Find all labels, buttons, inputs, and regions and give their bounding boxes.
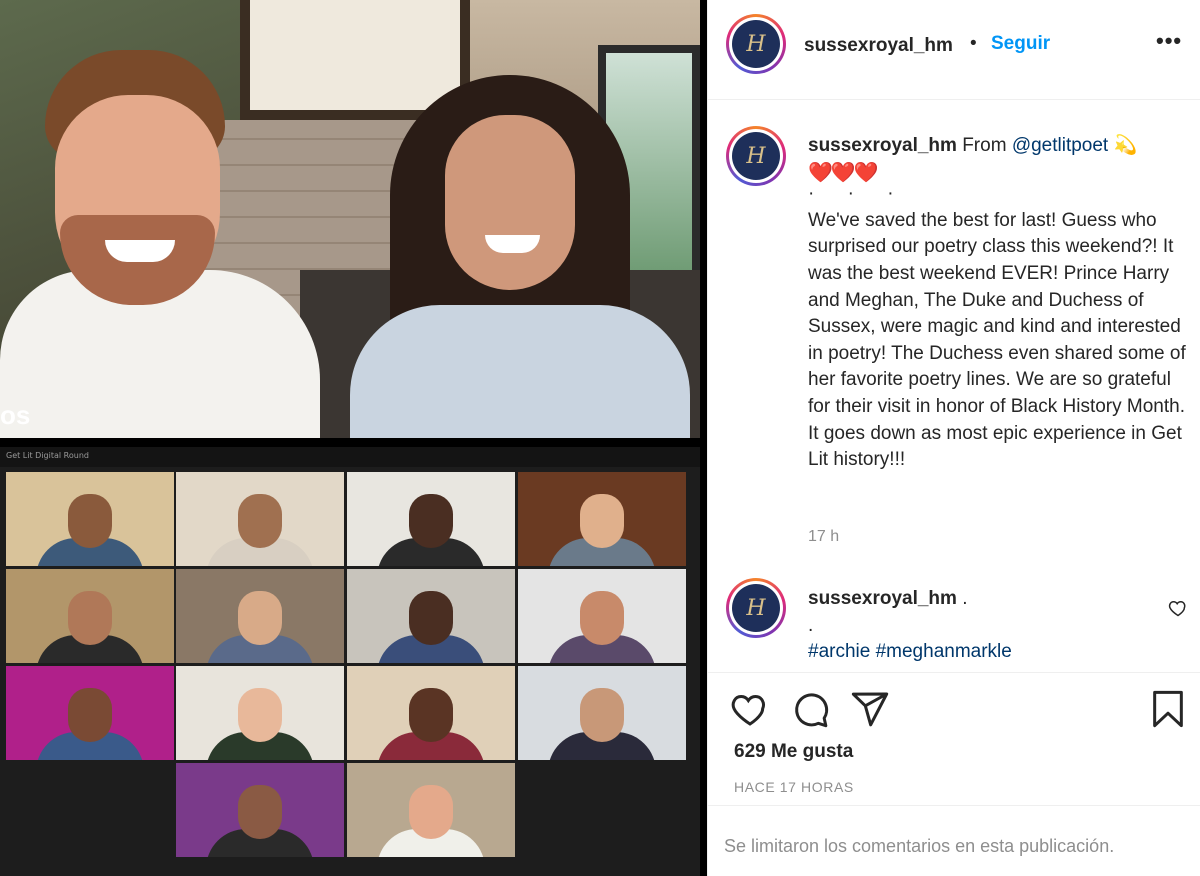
post-caption: sussexroyal_hm From @getlitpoet 💫 ❤️❤️❤️… <box>808 133 1193 474</box>
video-tile <box>176 666 344 760</box>
video-tile <box>347 666 515 760</box>
likes-count[interactable]: 629 Me gusta <box>734 741 853 763</box>
follow-button[interactable]: Seguir <box>991 33 1050 55</box>
separator-dot: • <box>970 33 977 54</box>
post-sidebar: H sussexroyal_hm • Seguir ••• H sussexro… <box>707 0 1200 876</box>
comment: sussexroyal_hm . . #archie #meghanmarkle <box>808 586 1193 666</box>
video-call-photo: os <box>0 0 700 438</box>
comments-disabled-notice: Se limitaron los comentarios en esta pub… <box>708 805 1200 876</box>
zoom-title-bar: Get Lit Digital Round <box>0 447 700 467</box>
zoom-gallery-photo: Get Lit Digital Round <box>0 447 700 876</box>
video-tile <box>6 666 174 760</box>
caption-mention-link[interactable]: @getlitpoet <box>1012 135 1108 156</box>
dizzy-star-icon: 💫 <box>1113 135 1138 156</box>
post-media[interactable]: os Get Lit Digital Round <box>0 0 707 876</box>
person-right <box>345 75 690 438</box>
caption-avatar[interactable]: H <box>726 126 786 186</box>
comment-text: . <box>962 588 968 609</box>
comment-avatar[interactable]: H <box>726 578 786 638</box>
share-icon[interactable] <box>850 689 890 729</box>
video-tile <box>6 569 174 663</box>
profile-avatar[interactable]: H <box>726 14 786 74</box>
video-tile <box>176 763 344 857</box>
video-tile <box>347 472 515 566</box>
caption-dots: · · · <box>808 183 908 205</box>
video-corner-label: os <box>0 400 31 430</box>
caption-intro: From <box>962 135 1007 156</box>
video-tile <box>347 763 515 857</box>
post-header: H sussexroyal_hm • Seguir ••• <box>708 0 1200 100</box>
comment-hashtags[interactable]: #archie #meghanmarkle <box>808 641 1012 662</box>
video-tile <box>6 472 174 566</box>
more-options-icon[interactable]: ••• <box>1156 28 1182 54</box>
comment-icon[interactable] <box>790 689 830 729</box>
video-tile <box>176 569 344 663</box>
video-tile <box>347 569 515 663</box>
header-username[interactable]: sussexroyal_hm <box>804 35 953 57</box>
video-tile <box>176 472 344 566</box>
caption-timestamp[interactable]: 17 h <box>808 528 839 546</box>
monogram-icon: H <box>732 20 780 68</box>
zoom-title: Get Lit Digital Round <box>6 451 89 460</box>
heart-icon[interactable] <box>730 689 770 729</box>
monogram-icon: H <box>732 584 780 632</box>
video-tile <box>518 569 686 663</box>
post-age[interactable]: HACE 17 HORAS <box>734 779 854 795</box>
comments-disabled-text: Se limitaron los comentarios en esta pub… <box>724 836 1115 856</box>
monogram-icon: H <box>732 132 780 180</box>
video-tile <box>518 472 686 566</box>
caption-body: We've saved the best for last! Guess who… <box>808 209 1186 471</box>
bookmark-icon[interactable] <box>1148 689 1188 729</box>
post-actions: 629 Me gusta HACE 17 HORAS Se limitaron … <box>708 672 1200 876</box>
comment-like-heart-icon[interactable] <box>1168 598 1188 618</box>
comment-username[interactable]: sussexroyal_hm <box>808 588 957 609</box>
person-left <box>0 40 320 438</box>
comment-line2: . <box>808 614 814 636</box>
caption-username[interactable]: sussexroyal_hm <box>808 135 957 156</box>
video-tile <box>518 666 686 760</box>
